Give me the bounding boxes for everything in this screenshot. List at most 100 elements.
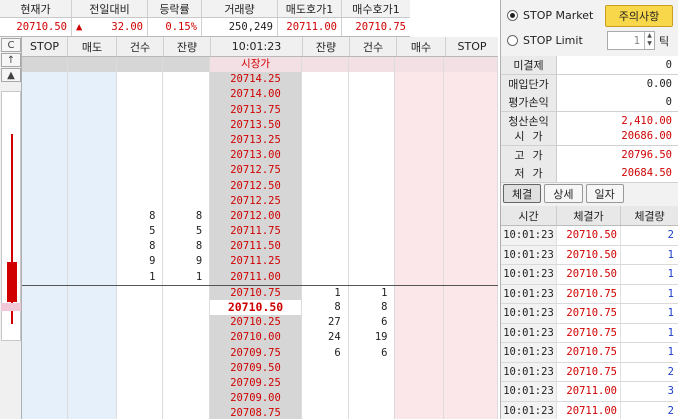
sell-order-cell[interactable] <box>67 330 117 346</box>
stop-sell-cell[interactable] <box>22 360 68 376</box>
stop-buy-cell[interactable] <box>444 375 498 392</box>
stop-buy-cell[interactable] <box>444 330 498 346</box>
order-book-row[interactable]: 20710.25 27 6 <box>22 315 498 331</box>
sell-order-cell[interactable] <box>67 224 117 240</box>
sell-order-cell[interactable] <box>67 406 117 419</box>
stop-sell-cell[interactable] <box>22 163 68 179</box>
order-book-row[interactable]: 20709.50 <box>22 360 498 376</box>
order-book-row[interactable]: 20709.00 <box>22 391 498 407</box>
sell-order-cell[interactable] <box>67 285 117 300</box>
buy-order-cell[interactable] <box>395 360 445 376</box>
stop-buy-cell[interactable] <box>444 300 498 316</box>
order-book-row[interactable]: 20710.50 8 8 <box>22 300 498 316</box>
stop-sell-cell[interactable] <box>22 300 68 316</box>
sell-order-cell[interactable] <box>67 391 117 407</box>
col-sell[interactable]: 매도 <box>68 37 117 56</box>
stop-limit-option[interactable]: STOP Limit <box>507 34 583 47</box>
order-book-row[interactable]: 20708.75 <box>22 406 498 419</box>
stop-buy-cell[interactable] <box>444 72 498 88</box>
stop-sell-cell[interactable] <box>22 406 68 419</box>
stop-buy-cell[interactable] <box>444 117 498 133</box>
buy-order-cell[interactable] <box>395 285 445 300</box>
order-book-row[interactable]: 5 5 20711.75 <box>22 224 498 240</box>
sell-order-cell[interactable] <box>67 163 117 179</box>
col-buy[interactable]: 매수 <box>397 37 446 56</box>
sell-order-cell[interactable] <box>67 102 117 118</box>
stop-sell-cell[interactable] <box>22 315 68 331</box>
tab-daily[interactable]: 일자 <box>585 184 624 203</box>
stop-sell-cell[interactable] <box>22 208 68 225</box>
stop-buy-cell[interactable] <box>444 178 498 194</box>
buy-order-cell[interactable] <box>395 87 445 103</box>
stop-buy-cell[interactable] <box>444 254 498 270</box>
sell-order-cell[interactable] <box>67 300 117 316</box>
order-book-row[interactable]: 20713.50 <box>22 117 498 133</box>
sell-order-cell[interactable] <box>67 315 117 331</box>
stop-buy-cell[interactable] <box>444 148 498 164</box>
tick-stepper[interactable]: 1 ▲ ▼ <box>607 31 655 50</box>
stop-sell-cell[interactable] <box>22 254 68 270</box>
buy-order-cell[interactable] <box>395 72 445 88</box>
buy-order-cell[interactable] <box>395 254 445 270</box>
stop-sell-cell[interactable] <box>22 239 68 255</box>
order-book-row[interactable]: 1 1 20711.00 <box>22 269 498 285</box>
stop-sell-cell[interactable] <box>22 193 68 209</box>
stop-sell-cell[interactable] <box>22 224 68 240</box>
buy-order-cell[interactable] <box>395 239 445 255</box>
buy-order-cell[interactable] <box>395 132 445 149</box>
sell-order-cell[interactable] <box>67 132 117 149</box>
order-book-row[interactable]: 20713.25 <box>22 132 498 149</box>
stop-buy-cell[interactable] <box>444 132 498 149</box>
sell-order-cell[interactable] <box>67 254 117 270</box>
sell-order-cell[interactable] <box>67 72 117 88</box>
order-book-row[interactable]: 20713.00 <box>22 148 498 164</box>
order-book-row[interactable]: 20710.75 1 1 <box>22 284 498 300</box>
tab-detail[interactable]: 상세 <box>544 184 583 203</box>
sell-order-cell[interactable] <box>67 360 117 376</box>
col-stop-sell[interactable]: STOP <box>22 37 68 56</box>
stop-buy-cell[interactable] <box>444 87 498 103</box>
order-book-row[interactable]: 20713.75 <box>22 102 498 118</box>
sell-order-cell[interactable] <box>67 117 117 133</box>
sell-order-cell[interactable] <box>67 345 117 361</box>
stop-buy-cell[interactable] <box>444 163 498 179</box>
stop-buy-cell[interactable] <box>444 391 498 407</box>
stop-buy-cell[interactable] <box>444 285 498 300</box>
sell-order-cell[interactable] <box>67 375 117 392</box>
buy-order-cell[interactable] <box>395 391 445 407</box>
market-price-label[interactable]: 시장가 <box>210 57 302 73</box>
buy-order-cell[interactable] <box>395 345 445 361</box>
order-book-row[interactable]: 20712.75 <box>22 163 498 179</box>
scroll-up-button[interactable]: ↑ <box>1 53 21 67</box>
stepper-arrows-icon[interactable]: ▲ ▼ <box>644 32 654 49</box>
stop-market-option[interactable]: STOP Market <box>507 9 593 22</box>
stop-sell-cell[interactable] <box>22 148 68 164</box>
stop-buy-cell[interactable] <box>444 360 498 376</box>
stop-sell-cell[interactable] <box>22 117 68 133</box>
center-button[interactable]: C <box>1 38 21 52</box>
tab-trades[interactable]: 체결 <box>503 184 542 203</box>
buy-order-cell[interactable] <box>395 193 445 209</box>
buy-order-cell[interactable] <box>395 375 445 392</box>
sell-order-cell[interactable] <box>67 239 117 255</box>
stop-buy-cell[interactable] <box>444 315 498 331</box>
sell-order-cell[interactable] <box>67 178 117 194</box>
order-book-row[interactable]: 8 8 20711.50 <box>22 239 498 255</box>
stop-sell-cell[interactable] <box>22 102 68 118</box>
buy-order-cell[interactable] <box>395 224 445 240</box>
stop-sell-cell[interactable] <box>22 269 68 285</box>
radio-icon[interactable] <box>507 10 518 21</box>
stop-sell-cell[interactable] <box>22 330 68 346</box>
sell-order-cell[interactable] <box>67 193 117 209</box>
buy-order-cell[interactable] <box>395 102 445 118</box>
order-book-row[interactable]: 20710.00 24 19 <box>22 330 498 346</box>
radio-icon[interactable] <box>507 35 518 46</box>
order-book-row[interactable]: 8 8 20712.00 <box>22 208 498 225</box>
buy-order-cell[interactable] <box>395 178 445 194</box>
order-book-row[interactable]: 20712.25 <box>22 193 498 209</box>
stop-sell-cell[interactable] <box>22 285 68 300</box>
notice-button[interactable]: 주의사항 <box>605 5 673 27</box>
stop-sell-cell[interactable] <box>22 391 68 407</box>
stop-buy-cell[interactable] <box>444 406 498 419</box>
buy-order-cell[interactable] <box>395 148 445 164</box>
